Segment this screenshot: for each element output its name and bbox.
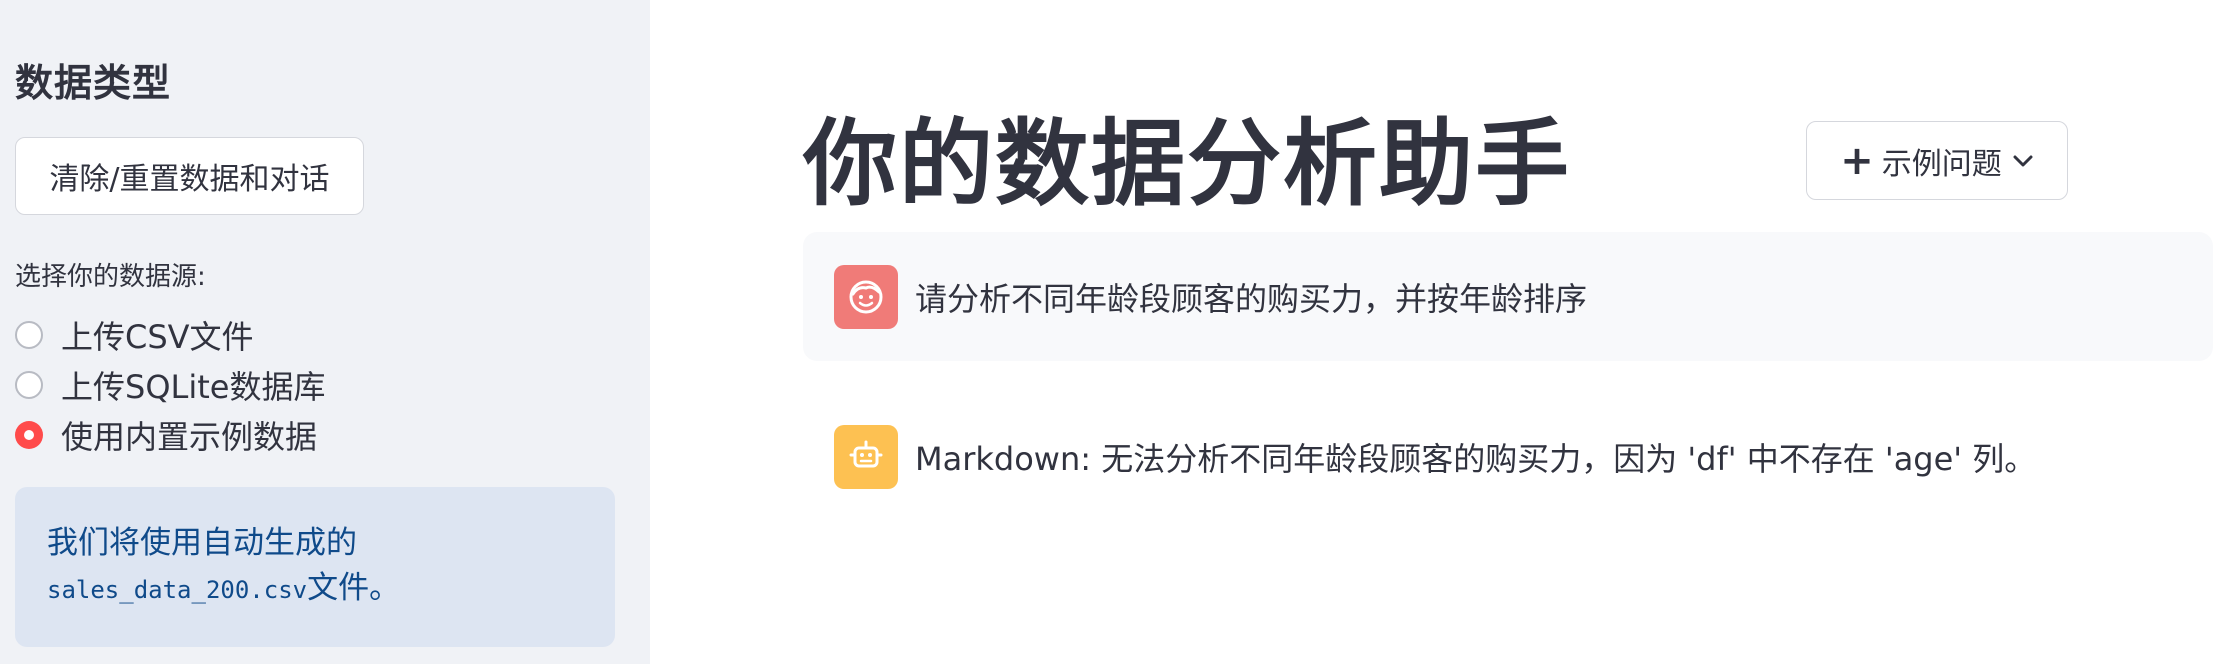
chat-message-user: 请分析不同年龄段顾客的购买力，并按年龄排序 — [803, 232, 2213, 361]
radio-option-builtin-sample[interactable]: 使用内置示例数据 — [15, 412, 317, 458]
chevron-down-icon — [2012, 154, 2034, 168]
user-face-icon — [834, 264, 898, 329]
example-questions-label: 示例问题 — [1881, 146, 2002, 182]
info-alert: 我们将使用自动生成的 sales_data_200.csv文件。 — [15, 487, 615, 647]
chat-message-text: Markdown: 无法分析不同年龄段顾客的购买力，因为 'df' 中不存在 '… — [915, 439, 2037, 478]
chat-message-assistant: Markdown: 无法分析不同年龄段顾客的购买力，因为 'df' 中不存在 '… — [803, 392, 2213, 521]
example-questions-button[interactable]: + 示例问题 — [1806, 121, 2068, 200]
sidebar-title: 数据类型 — [15, 61, 172, 105]
radio-option-label: 上传SQLite数据库 — [61, 368, 326, 406]
page-title: 你的数据分析助手 — [803, 110, 1572, 219]
info-text: 我们将使用自动生成的 — [47, 525, 357, 561]
radio-option-upload-sqlite[interactable]: 上传SQLite数据库 — [15, 362, 325, 408]
radio-option-label: 使用内置示例数据 — [61, 418, 318, 456]
info-text-suffix: 文件。 — [307, 570, 401, 606]
radio-option-upload-csv[interactable]: 上传CSV文件 — [15, 312, 254, 358]
plus-icon: + — [1840, 137, 1874, 184]
sidebar: 数据类型 清除/重置数据和对话 选择你的数据源: 上传CSV文件 上传SQLit… — [0, 0, 650, 664]
reset-data-button[interactable]: 清除/重置数据和对话 — [15, 137, 364, 215]
radio-selected-icon[interactable] — [15, 421, 43, 449]
radio-option-label: 上传CSV文件 — [61, 318, 254, 356]
chat-message-text: 请分析不同年龄段顾客的购买力，并按年龄排序 — [915, 279, 1588, 318]
radio-unselected-icon[interactable] — [15, 321, 43, 349]
filename-code: sales_data_200.csv — [47, 576, 308, 604]
radio-unselected-icon[interactable] — [15, 371, 43, 399]
data-source-label: 选择你的数据源: — [15, 262, 206, 292]
info-text-filename: sales_data_200.csv文件。 — [47, 565, 583, 613]
robot-icon — [834, 424, 898, 489]
